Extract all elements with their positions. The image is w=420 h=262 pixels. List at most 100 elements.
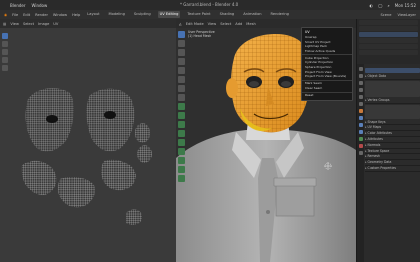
tab-modeling[interactable]: Modeling — [107, 11, 127, 18]
scene-tab-icon[interactable] — [358, 95, 363, 99]
uv-unwrap-menu[interactable]: UV Unwrap Smart UV Project Lightmap Pack… — [301, 27, 353, 101]
knife-tool-icon[interactable] — [178, 139, 185, 146]
properties-tabs — [357, 64, 364, 262]
physics-tab-icon[interactable] — [358, 130, 363, 134]
smooth-tool-icon[interactable] — [178, 166, 185, 173]
tab-layout[interactable]: Layout — [85, 11, 101, 18]
menu-render[interactable]: Render — [35, 13, 48, 17]
vp-menu-add[interactable]: Add — [235, 22, 242, 26]
outliner-row[interactable] — [359, 44, 418, 49]
edge-slide-tool-icon[interactable] — [178, 175, 185, 182]
uv-menu-view[interactable]: View — [10, 22, 19, 26]
object-tab-icon[interactable] — [358, 109, 363, 113]
tab-texture-paint[interactable]: Texture Paint — [185, 11, 212, 18]
view-layer-selector[interactable]: ViewLayer — [397, 13, 416, 17]
tab-animation[interactable]: Animation — [241, 11, 263, 18]
section-vertex-groups[interactable]: Vertex Groups — [365, 98, 420, 104]
menu-item-follow-active-quads[interactable]: Follow Active Quads — [302, 49, 352, 54]
uv-menu-image[interactable]: Image — [38, 22, 49, 26]
properties-editor[interactable]: Object Data Vertex Groups Shape Keys UV … — [356, 64, 420, 262]
tab-rendering[interactable]: Rendering — [269, 11, 291, 18]
outliner[interactable] — [356, 19, 420, 64]
measure-tool-icon[interactable] — [178, 94, 185, 101]
modifier-tab-icon[interactable] — [358, 116, 363, 120]
outliner-row[interactable] — [359, 38, 418, 43]
view-layer-tab-icon[interactable] — [358, 88, 363, 92]
extrude-tool-icon[interactable] — [178, 103, 185, 110]
wifi-icon[interactable]: ◯ — [378, 3, 382, 8]
menubar-app-name[interactable]: Blender — [10, 3, 26, 8]
menu-help[interactable]: Help — [72, 13, 80, 17]
menu-window[interactable]: Window — [53, 13, 67, 17]
uv-editor-header: ▦ View Select Image UV — [0, 19, 176, 28]
uv-editor[interactable]: ▦ View Select Image UV — [0, 19, 176, 262]
blender-logo-icon[interactable]: ◉ — [4, 13, 7, 17]
uv-editor-type-icon[interactable]: ▦ — [3, 22, 6, 26]
annotate-tool-icon[interactable] — [178, 85, 185, 92]
blender-topbar: ◉ File Edit Render Window Help Layout Mo… — [0, 10, 420, 19]
menu-separator — [302, 79, 352, 81]
tab-shading[interactable]: Shading — [218, 11, 237, 18]
pupil-left — [249, 81, 259, 87]
output-tab-icon[interactable] — [358, 81, 363, 85]
mode-selector[interactable]: Edit Mode — [186, 22, 204, 26]
loop-cut-tool-icon[interactable] — [178, 130, 185, 137]
pupil-right — [281, 81, 291, 87]
bevel-tool-icon[interactable] — [178, 121, 185, 128]
section-object-data[interactable]: Object Data — [365, 74, 420, 80]
section-custom-properties[interactable]: Custom Properties — [365, 166, 420, 172]
ear-left — [226, 78, 238, 98]
select-box-tool-icon[interactable] — [178, 31, 185, 38]
scene-selector[interactable]: Scene — [380, 13, 391, 17]
poly-build-tool-icon[interactable] — [178, 148, 185, 155]
texture-tab-icon[interactable] — [358, 151, 363, 155]
mesh-name-field[interactable] — [365, 68, 420, 73]
vp-menu-view[interactable]: View — [208, 22, 217, 26]
blender-window: Blender Window ◐ ◯ ⌕ Mon 15:52 * Garrard… — [0, 0, 420, 262]
spotlight-icon[interactable]: ⌕ — [388, 3, 390, 8]
rotate-tool-icon[interactable] — [178, 58, 185, 65]
particles-tab-icon[interactable] — [358, 123, 363, 127]
uv-eye-hole-left — [46, 115, 58, 123]
uv-layout-canvas[interactable] — [8, 29, 176, 262]
outliner-row-selected[interactable] — [359, 32, 418, 37]
scale-tool-icon[interactable] — [178, 67, 185, 74]
control-center-icon[interactable]: ◐ — [370, 3, 374, 8]
inset-tool-icon[interactable] — [178, 112, 185, 119]
pocket-flap — [273, 177, 317, 187]
outliner-row[interactable] — [359, 26, 418, 31]
menu-separator — [302, 54, 352, 55]
uv-island-neck-left — [21, 160, 57, 195]
move-tool-icon[interactable] — [178, 49, 185, 56]
menubar-window[interactable]: Window — [32, 3, 48, 8]
shirt-button — [266, 210, 270, 214]
menubar-status: ◐ ◯ ⌕ Mon 15:52 — [370, 3, 416, 8]
render-tab-icon[interactable] — [358, 74, 363, 78]
cursor-tool-icon[interactable] — [178, 40, 185, 47]
transform-tool-icon[interactable] — [178, 76, 185, 83]
tool-tab-icon[interactable] — [358, 67, 363, 71]
menu-item-project-from-view-bounds[interactable]: Project From View (Bounds) — [302, 74, 352, 79]
menu-edit[interactable]: Edit — [23, 13, 30, 17]
viewport-editor-type-icon[interactable]: ◭ — [179, 22, 182, 26]
outliner-row[interactable] — [359, 50, 418, 55]
vp-menu-mesh[interactable]: Mesh — [246, 22, 255, 26]
uv-menu-select[interactable]: Select — [23, 22, 34, 26]
tab-sculpting[interactable]: Sculpting — [132, 11, 153, 18]
menu-item-reset[interactable]: Reset — [302, 93, 352, 98]
object-data-tab-icon[interactable] — [358, 137, 363, 141]
menu-file[interactable]: File — [12, 13, 18, 17]
vp-menu-select[interactable]: Select — [220, 22, 231, 26]
tab-uv-editing[interactable]: UV Editing — [157, 11, 181, 18]
vertex-groups-list[interactable] — [365, 80, 420, 97]
material-tab-icon[interactable] — [358, 144, 363, 148]
uv-island-ear-1 — [135, 123, 150, 143]
viewport-info: User Perspective (1) Head Mesh — [188, 30, 215, 38]
shape-keys-list[interactable] — [365, 104, 420, 119]
menu-item-clear-seam[interactable]: Clear Seam — [302, 86, 352, 91]
uv-menu-uv[interactable]: UV — [53, 22, 58, 26]
outliner-row[interactable] — [359, 20, 418, 25]
world-tab-icon[interactable] — [358, 102, 363, 106]
uv-island-face-right — [86, 88, 135, 152]
spin-tool-icon[interactable] — [178, 157, 185, 164]
